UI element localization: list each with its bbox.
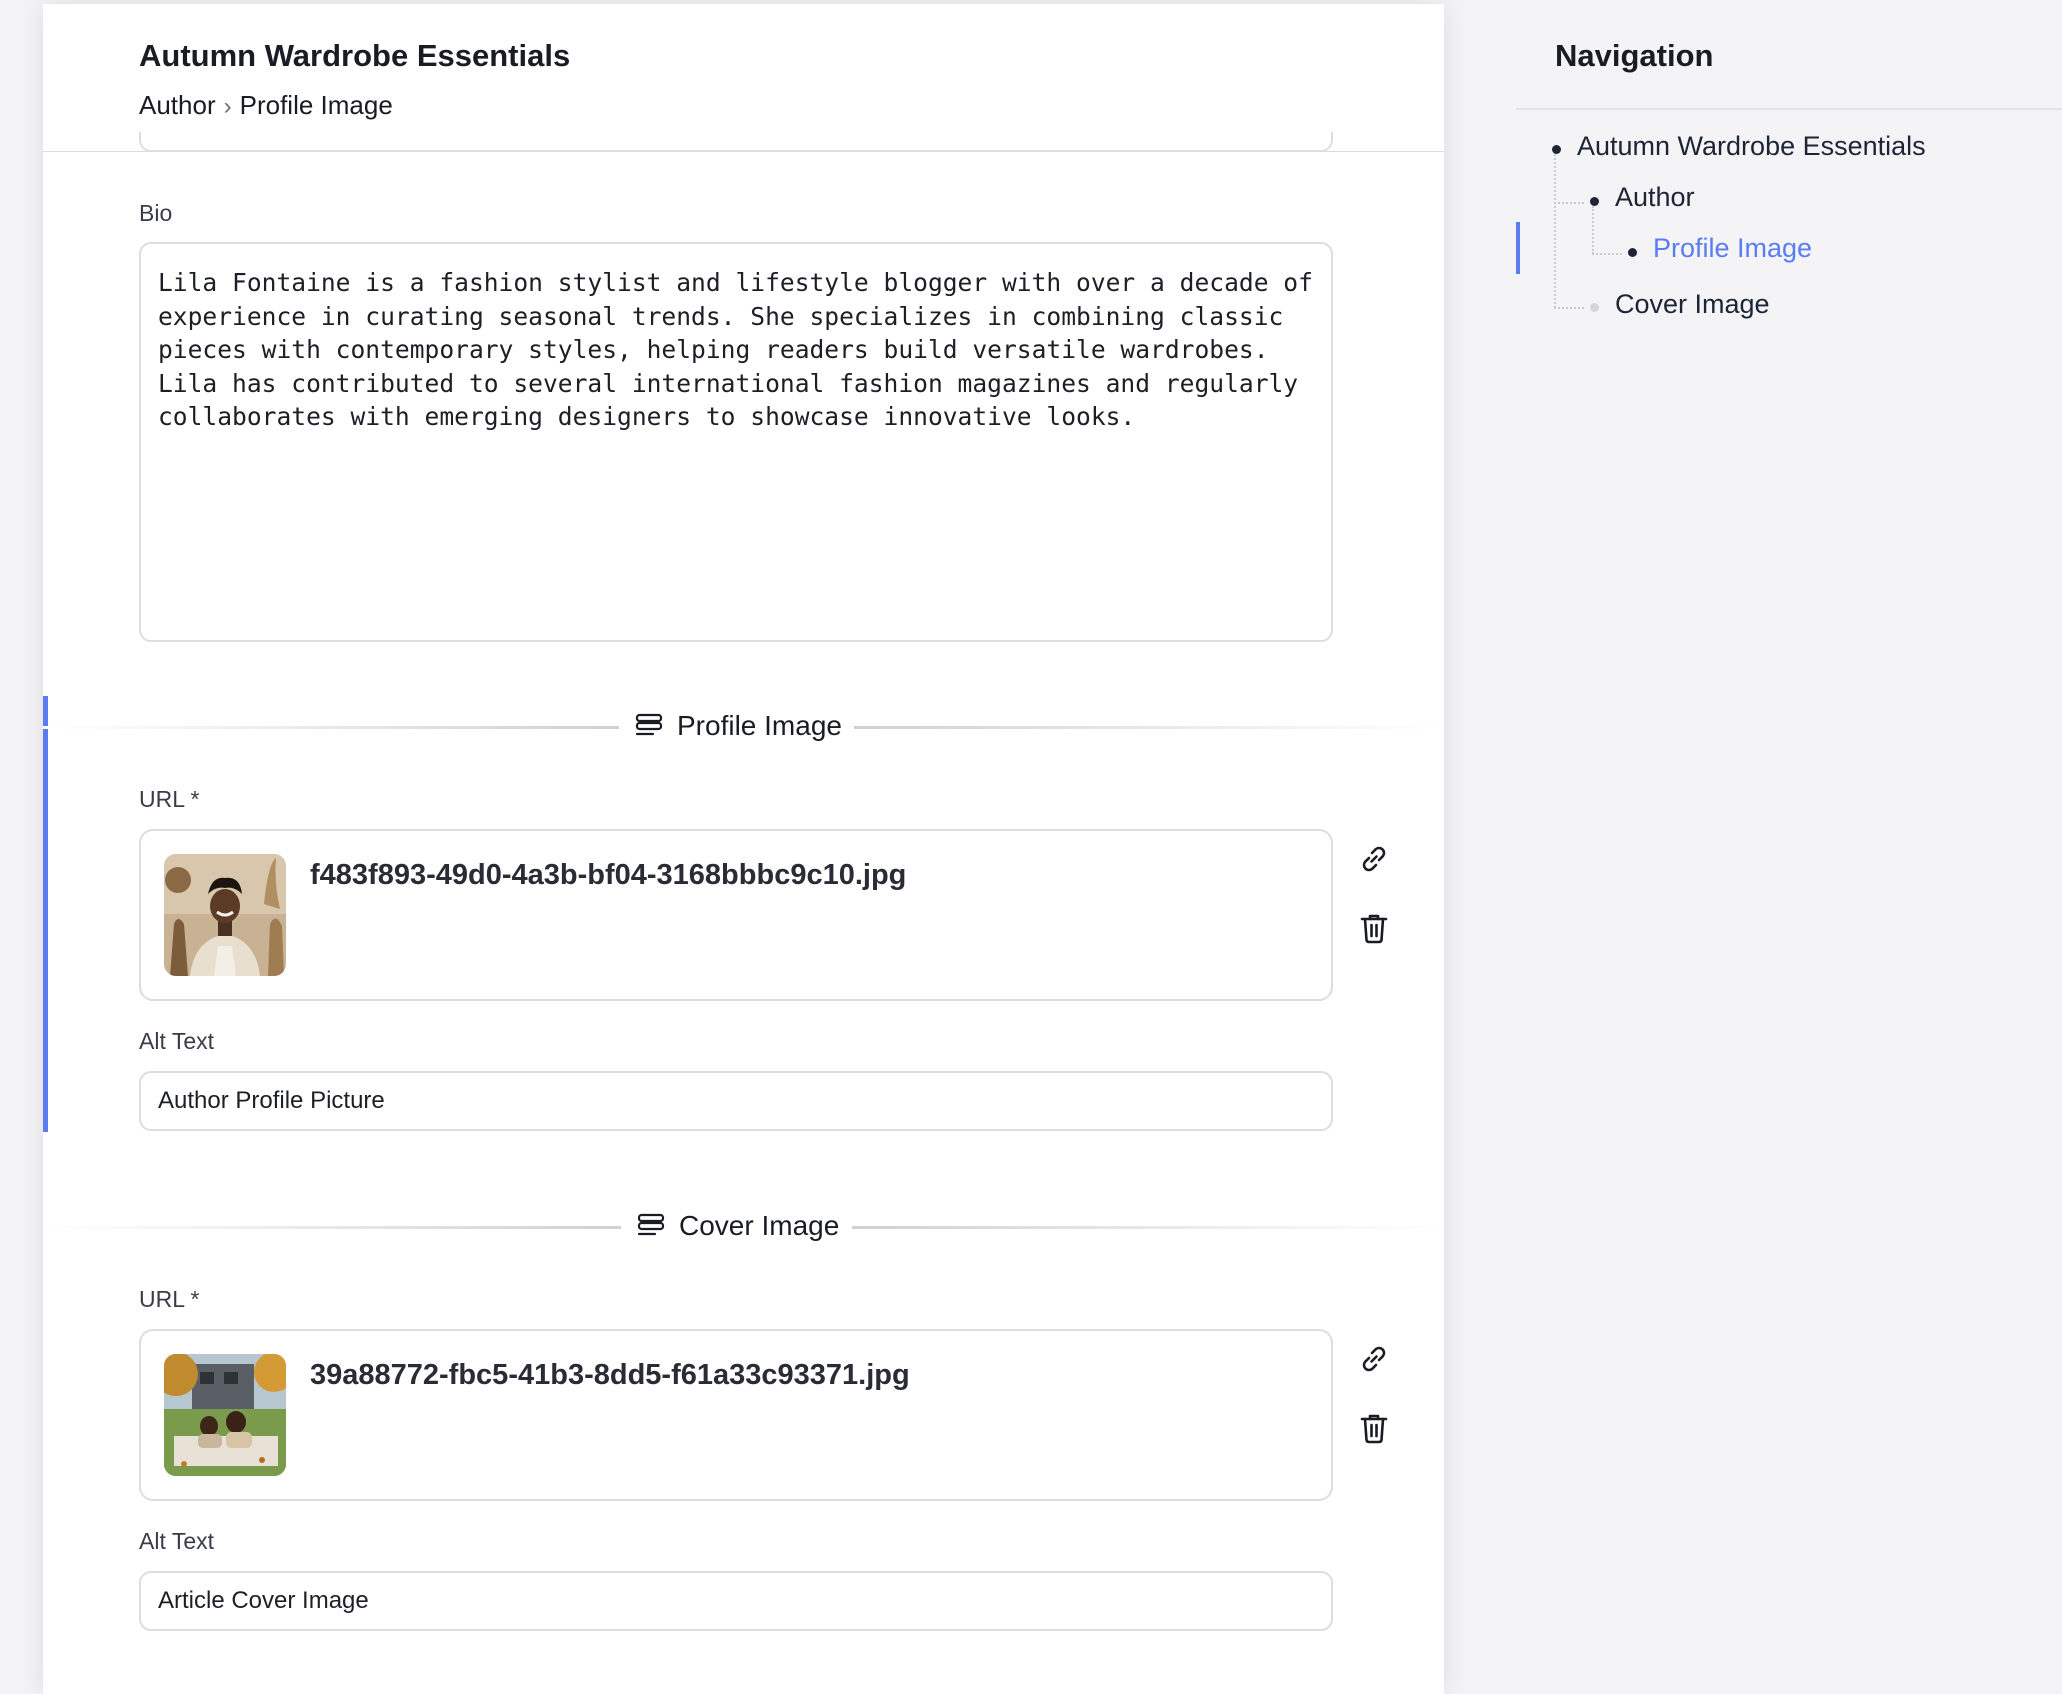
nav-bullet: [1552, 145, 1561, 154]
profile-image-file-name: f483f893-49d0-4a3b-bf04-3168bbbc9c10.jpg: [310, 859, 907, 891]
nav-item-autumn-wardrobe-essentials[interactable]: Autumn Wardrobe Essentials: [1577, 131, 1926, 162]
previous-field-edge: [139, 132, 1333, 152]
cover-alt-label: Alt Text: [139, 1528, 214, 1554]
nav-active-indicator: [1516, 222, 1520, 274]
stack-icon: [635, 713, 663, 736]
cover-alt-text-input[interactable]: [139, 1571, 1333, 1631]
breadcrumb-item-profile-image[interactable]: Profile Image: [240, 90, 393, 120]
profile-alt-label: Alt Text: [139, 1028, 214, 1054]
profile-url-label: URL *: [139, 786, 200, 812]
stack-icon: [637, 1213, 665, 1236]
navigation-divider: [1516, 108, 2062, 110]
cover-image-section-title: Cover Image: [679, 1210, 840, 1241]
profile-image-file-card[interactable]: f483f893-49d0-4a3b-bf04-3168bbbc9c10.jpg: [139, 829, 1333, 1001]
navigation-title: Navigation: [1555, 38, 1714, 73]
active-section-indicator: [43, 696, 48, 1132]
breadcrumb-separator: ›: [223, 93, 232, 120]
trash-icon[interactable]: [1355, 1409, 1393, 1447]
cover-image-section-header: Cover Image: [43, 1207, 1444, 1247]
bio-label: Bio: [139, 200, 173, 226]
nav-bullet: [1628, 248, 1637, 257]
trash-icon[interactable]: [1355, 909, 1393, 947]
profile-image-section-header: Profile Image: [43, 707, 1444, 747]
navigation-panel: Navigation Autumn Wardrobe Essentials Au…: [1516, 4, 2062, 1694]
profile-image-thumbnail: [164, 854, 286, 976]
nav-bullet: [1590, 197, 1599, 206]
link-icon[interactable]: [1355, 840, 1393, 878]
nav-item-profile-image[interactable]: Profile Image: [1653, 233, 1812, 264]
editor-header: Autumn Wardrobe Essentials Author › Profil…: [43, 4, 1444, 152]
bio-textarea[interactable]: Lila Fontaine is a fashion stylist and l…: [139, 242, 1333, 642]
cover-url-label: URL *: [139, 1286, 200, 1312]
link-icon[interactable]: [1355, 1340, 1393, 1378]
cover-image-file-card[interactable]: 39a88772-fbc5-41b3-8dd5-f61a33c93371.jpg: [139, 1329, 1333, 1501]
nav-item-cover-image[interactable]: Cover Image: [1615, 289, 1770, 320]
profile-image-section-title: Profile Image: [677, 710, 842, 741]
breadcrumb: Author › Profile Image: [139, 90, 393, 121]
editor-panel: Autumn Wardrobe Essentials Author › Profil…: [43, 4, 1444, 1694]
nav-bullet: [1590, 303, 1599, 312]
cover-image-thumbnail: [164, 1354, 286, 1476]
nav-item-author[interactable]: Author: [1615, 182, 1695, 213]
profile-alt-text-input[interactable]: [139, 1071, 1333, 1131]
document-title: Autumn Wardrobe Essentials: [139, 38, 571, 73]
cover-image-file-name: 39a88772-fbc5-41b3-8dd5-f61a33c93371.jpg: [310, 1359, 910, 1391]
breadcrumb-item-author[interactable]: Author: [139, 90, 216, 120]
